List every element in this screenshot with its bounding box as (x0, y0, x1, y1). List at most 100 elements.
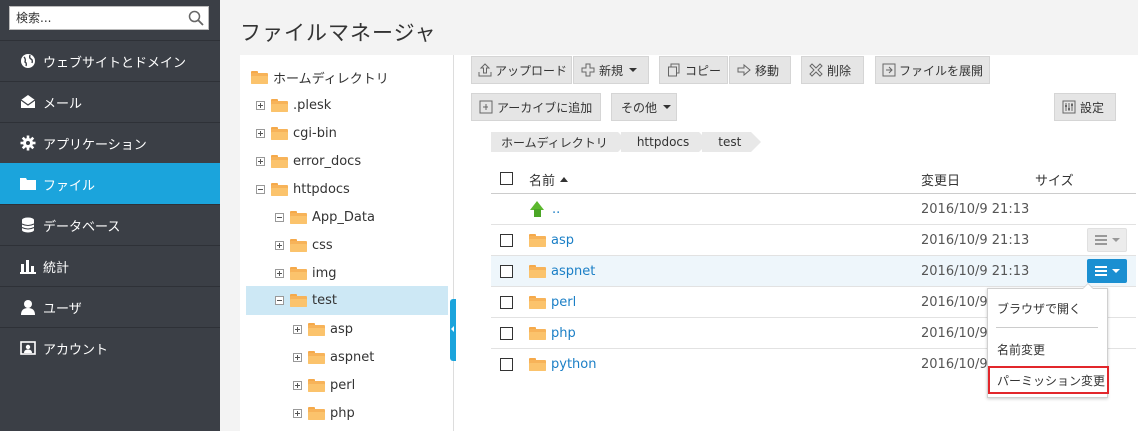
folder-icon (308, 406, 325, 420)
file-name: perl (551, 294, 577, 310)
expand-icon[interactable] (256, 100, 265, 110)
row-actions-button[interactable] (1087, 259, 1127, 283)
column-header-name-label: 名前 (529, 173, 556, 189)
sidebar-item-label: データベース (43, 219, 121, 235)
sidebar-item-label: アカウント (43, 342, 109, 358)
sidebar-item-users[interactable]: ユーザ (0, 286, 220, 327)
other-button[interactable]: その他 (611, 93, 677, 121)
sidebar-item-files[interactable]: ファイル (0, 163, 220, 204)
expand-icon[interactable] (275, 240, 284, 250)
tree-item-css[interactable]: css (275, 231, 333, 259)
row-checkbox[interactable] (500, 296, 513, 309)
tree-item-label: asp (330, 321, 353, 337)
collapse-icon[interactable] (275, 212, 284, 222)
upload-button[interactable]: アップロード (471, 56, 572, 84)
folder-icon (308, 378, 325, 392)
tree-item-aspnet[interactable]: aspnet (293, 343, 374, 371)
tree-item-label: php (330, 405, 355, 421)
table-row-parent[interactable]: .. 2016/10/9 21:13 (491, 194, 1136, 225)
settings-button[interactable]: 設定 (1054, 93, 1116, 121)
file-name: python (551, 356, 597, 372)
sidebar-item-mail[interactable]: メール (0, 81, 220, 122)
tree-item-asp[interactable]: asp (293, 315, 353, 343)
copy-label: コピー (684, 63, 721, 78)
envelope-icon (19, 93, 37, 111)
file-name-link[interactable]: python (529, 349, 596, 379)
expand-icon[interactable] (256, 128, 265, 138)
select-all-checkbox[interactable] (500, 172, 513, 185)
bar-chart-icon (19, 257, 37, 275)
row-checkbox[interactable] (500, 234, 513, 247)
delete-button[interactable]: 削除 (801, 56, 864, 84)
move-button[interactable]: 移動 (729, 56, 791, 84)
expand-icon[interactable] (275, 268, 284, 278)
folder-icon (271, 98, 288, 112)
tree-collapse-handle[interactable] (450, 299, 456, 361)
tree-item-app-data[interactable]: App_Data (275, 203, 375, 231)
sidebar-item-label: 統計 (43, 260, 70, 276)
file-name-link[interactable]: asp (529, 225, 574, 255)
extract-button[interactable]: ファイルを展開 (875, 56, 990, 84)
breadcrumb-item[interactable]: test (702, 132, 762, 152)
tree-item-perl[interactable]: perl (293, 371, 355, 399)
sidebar-item-applications[interactable]: アプリケーション (0, 122, 220, 163)
search-input[interactable] (10, 7, 184, 29)
row-actions-button[interactable] (1087, 228, 1127, 252)
expand-icon[interactable] (293, 352, 302, 362)
modified-date: 2016/10/9 21:13 (921, 232, 1030, 248)
expand-icon[interactable] (293, 324, 302, 334)
file-name-link[interactable]: perl (529, 287, 576, 317)
arrow-right-icon (736, 62, 752, 78)
column-header-size[interactable]: サイズ (1035, 164, 1074, 194)
tree-item-plesk[interactable]: .plesk (256, 91, 331, 119)
new-button[interactable]: 新規 (573, 56, 649, 84)
menu-item-open-in-browser[interactable]: ブラウザで開く (988, 296, 1107, 320)
sidebar-item-statistics[interactable]: 統計 (0, 245, 220, 286)
tree-item-httpdocs[interactable]: httpdocs (256, 175, 350, 203)
sidebar-item-label: アプリケーション (43, 137, 147, 153)
collapse-icon[interactable] (256, 184, 265, 194)
archive-icon (478, 99, 494, 115)
tree-item-label: cgi-bin (293, 125, 337, 141)
tree-item-cgi-bin[interactable]: cgi-bin (256, 119, 337, 147)
parent-dir-link[interactable]: .. (529, 194, 560, 224)
menu-item-change-permissions[interactable]: パーミッション変更 (988, 366, 1109, 394)
table-row[interactable]: aspnet 2016/10/9 21:13 (491, 256, 1136, 287)
row-checkbox[interactable] (500, 265, 513, 278)
extract-icon (882, 62, 896, 78)
tree-item-php[interactable]: php (293, 399, 355, 427)
folder-icon (290, 210, 307, 224)
expand-icon[interactable] (256, 156, 265, 166)
sidebar-item-databases[interactable]: データベース (0, 204, 220, 245)
tree-item-error-docs[interactable]: error_docs (256, 147, 361, 175)
breadcrumb-item[interactable]: httpdocs (620, 132, 710, 152)
database-icon (19, 216, 37, 234)
row-checkbox[interactable] (500, 327, 513, 340)
tree-item-label: App_Data (312, 209, 375, 225)
search-icon[interactable] (184, 7, 208, 29)
expand-icon[interactable] (293, 380, 302, 390)
folder-icon (529, 233, 546, 247)
folder-icon (308, 350, 325, 364)
sidebar-item-account[interactable]: アカウント (0, 327, 220, 368)
expand-icon[interactable] (293, 408, 302, 418)
file-name: php (551, 325, 576, 341)
file-name-link[interactable]: php (529, 318, 576, 348)
sidebar-item-websites[interactable]: ウェブサイトとドメイン (0, 40, 220, 81)
column-header-name[interactable]: 名前 (529, 164, 569, 194)
folder-icon (271, 182, 288, 196)
menu-item-rename[interactable]: 名前変更 (988, 337, 1107, 361)
file-name-link[interactable]: aspnet (529, 256, 595, 286)
tree-item-img[interactable]: img (275, 259, 337, 287)
column-header-date[interactable]: 変更日 (921, 164, 960, 194)
row-checkbox[interactable] (500, 358, 513, 371)
other-label: その他 (621, 100, 658, 115)
table-row[interactable]: asp 2016/10/9 21:13 (491, 225, 1136, 256)
file-list-header: 名前 変更日 サイズ (491, 164, 1136, 194)
collapse-icon[interactable] (275, 296, 284, 305)
copy-button[interactable]: コピー (659, 56, 728, 84)
tree-item-test[interactable]: test (246, 286, 448, 315)
add-to-archive-button[interactable]: アーカイブに追加 (471, 93, 601, 121)
tree-item-home[interactable]: ホームディレクトリ (251, 63, 389, 91)
breadcrumb-item[interactable]: ホームディレクトリ (491, 132, 628, 152)
